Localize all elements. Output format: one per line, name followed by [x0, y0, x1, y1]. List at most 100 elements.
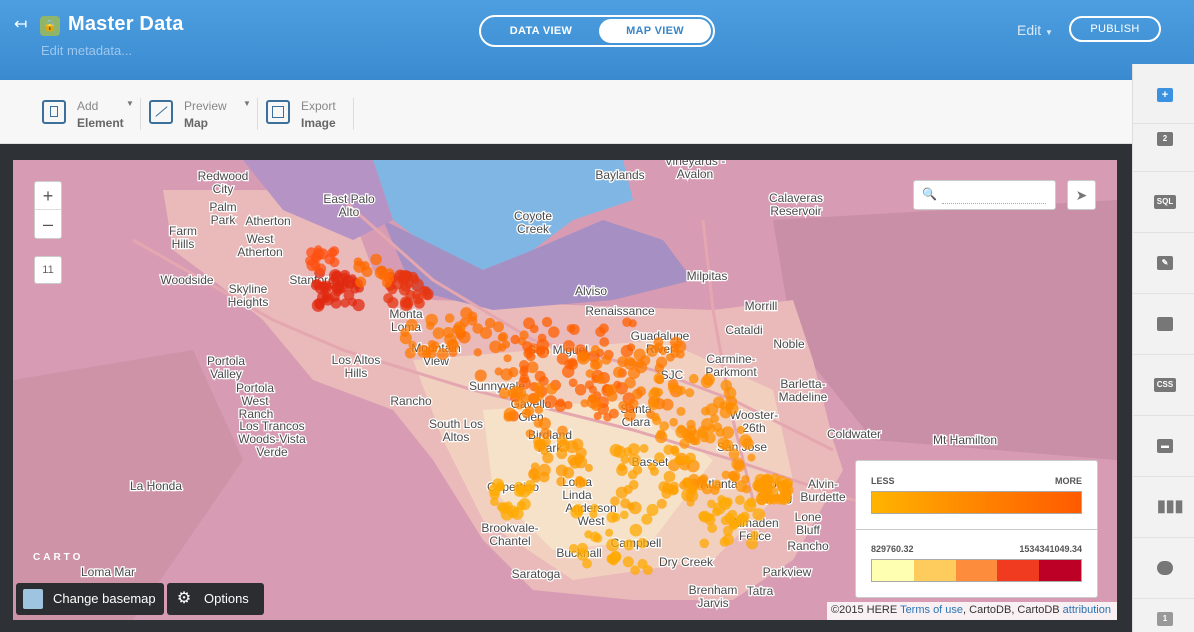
data-point[interactable]: [310, 279, 322, 291]
data-point[interactable]: [493, 321, 505, 333]
data-point[interactable]: [542, 452, 554, 464]
data-point[interactable]: [557, 425, 568, 437]
data-point[interactable]: [591, 358, 603, 370]
data-point[interactable]: [735, 495, 745, 505]
data-point[interactable]: [536, 345, 550, 359]
data-point[interactable]: [679, 438, 690, 449]
add-element-button[interactable]: Add Element ▼: [42, 97, 140, 131]
data-point[interactable]: [473, 348, 482, 357]
data-point[interactable]: [719, 406, 732, 419]
data-point[interactable]: [725, 395, 738, 408]
edit-metadata-link[interactable]: Edit metadata...: [41, 43, 132, 58]
data-point[interactable]: [715, 427, 725, 438]
data-point[interactable]: [331, 283, 341, 293]
data-point[interactable]: [686, 498, 695, 507]
data-point[interactable]: [537, 333, 547, 343]
page-title[interactable]: Master Data: [68, 13, 184, 36]
data-point[interactable]: [675, 455, 685, 465]
map-search-input[interactable]: [942, 188, 1046, 204]
data-point[interactable]: [688, 373, 699, 384]
data-point[interactable]: [432, 327, 445, 340]
data-point[interactable]: [663, 470, 676, 483]
sidebar-filters[interactable]: ▮▮▮: [1133, 478, 1194, 538]
sidebar-wizard[interactable]: ✎: [1133, 234, 1194, 294]
data-point[interactable]: [376, 265, 388, 277]
data-point[interactable]: [529, 324, 539, 334]
data-point[interactable]: [525, 429, 535, 438]
data-point[interactable]: [498, 387, 510, 399]
data-point[interactable]: [707, 523, 718, 534]
data-point[interactable]: [620, 454, 630, 464]
terms-of-use-link[interactable]: Terms of use: [900, 604, 963, 616]
data-point[interactable]: [541, 316, 553, 328]
data-point[interactable]: [721, 470, 731, 480]
data-point[interactable]: [593, 533, 603, 543]
data-point[interactable]: [387, 297, 399, 309]
data-point[interactable]: [631, 388, 643, 400]
data-point[interactable]: [652, 416, 662, 426]
data-point[interactable]: [697, 475, 708, 487]
data-point[interactable]: [628, 480, 639, 490]
zoom-in-button[interactable]: +: [35, 182, 61, 210]
data-point[interactable]: [538, 417, 551, 430]
options-button[interactable]: ⚙ Options: [167, 583, 264, 615]
data-point[interactable]: [728, 448, 740, 460]
data-point[interactable]: [530, 462, 540, 471]
data-point[interactable]: [515, 485, 527, 496]
data-point[interactable]: [752, 479, 764, 492]
data-point[interactable]: [598, 323, 609, 334]
data-point[interactable]: [735, 480, 748, 493]
data-point[interactable]: [562, 340, 575, 353]
data-point[interactable]: [626, 502, 635, 511]
data-point[interactable]: [474, 369, 487, 382]
sidebar-sql[interactable]: SQL: [1133, 173, 1194, 233]
tab-data-view[interactable]: DATA VIEW: [485, 19, 597, 43]
data-point[interactable]: [494, 367, 503, 376]
data-point[interactable]: [516, 500, 526, 510]
data-point[interactable]: [348, 297, 357, 307]
publish-button[interactable]: PUBLISH: [1069, 16, 1161, 42]
data-point[interactable]: [637, 558, 648, 569]
data-point[interactable]: [640, 355, 651, 366]
data-point[interactable]: [676, 406, 686, 416]
data-point[interactable]: [772, 493, 781, 503]
data-point[interactable]: [580, 399, 589, 408]
data-point[interactable]: [685, 388, 695, 398]
sidebar-css[interactable]: CSS: [1133, 356, 1194, 416]
data-point[interactable]: [653, 372, 665, 384]
data-point[interactable]: [605, 528, 614, 537]
data-point[interactable]: [584, 530, 593, 539]
data-point[interactable]: [627, 443, 641, 456]
data-point[interactable]: [648, 399, 659, 411]
data-point[interactable]: [397, 274, 410, 286]
data-point[interactable]: [510, 334, 520, 345]
data-point[interactable]: [669, 417, 678, 427]
zoom-out-button[interactable]: –: [35, 210, 61, 238]
data-point[interactable]: [353, 260, 366, 273]
data-point[interactable]: [667, 382, 679, 393]
data-point[interactable]: [524, 406, 535, 416]
data-point[interactable]: [685, 452, 696, 464]
data-point[interactable]: [444, 313, 455, 323]
sidebar-merge[interactable]: [1133, 539, 1194, 599]
data-point[interactable]: [492, 478, 505, 491]
data-point[interactable]: [545, 382, 558, 395]
data-point[interactable]: [426, 321, 435, 330]
data-point[interactable]: [555, 464, 568, 477]
data-point[interactable]: [656, 498, 667, 509]
data-point[interactable]: [670, 336, 683, 349]
data-point[interactable]: [586, 396, 600, 409]
data-point[interactable]: [329, 246, 340, 257]
data-point[interactable]: [707, 499, 716, 509]
data-point[interactable]: [355, 276, 367, 288]
data-point[interactable]: [571, 438, 584, 451]
data-point[interactable]: [647, 462, 657, 471]
data-point[interactable]: [681, 477, 693, 489]
data-point[interactable]: [699, 538, 710, 549]
data-point[interactable]: [730, 519, 739, 529]
data-point[interactable]: [616, 464, 628, 477]
data-point[interactable]: [570, 505, 584, 519]
data-point[interactable]: [707, 424, 716, 434]
edit-dropdown[interactable]: Edit ▼: [1017, 22, 1053, 38]
data-point[interactable]: [330, 297, 342, 309]
